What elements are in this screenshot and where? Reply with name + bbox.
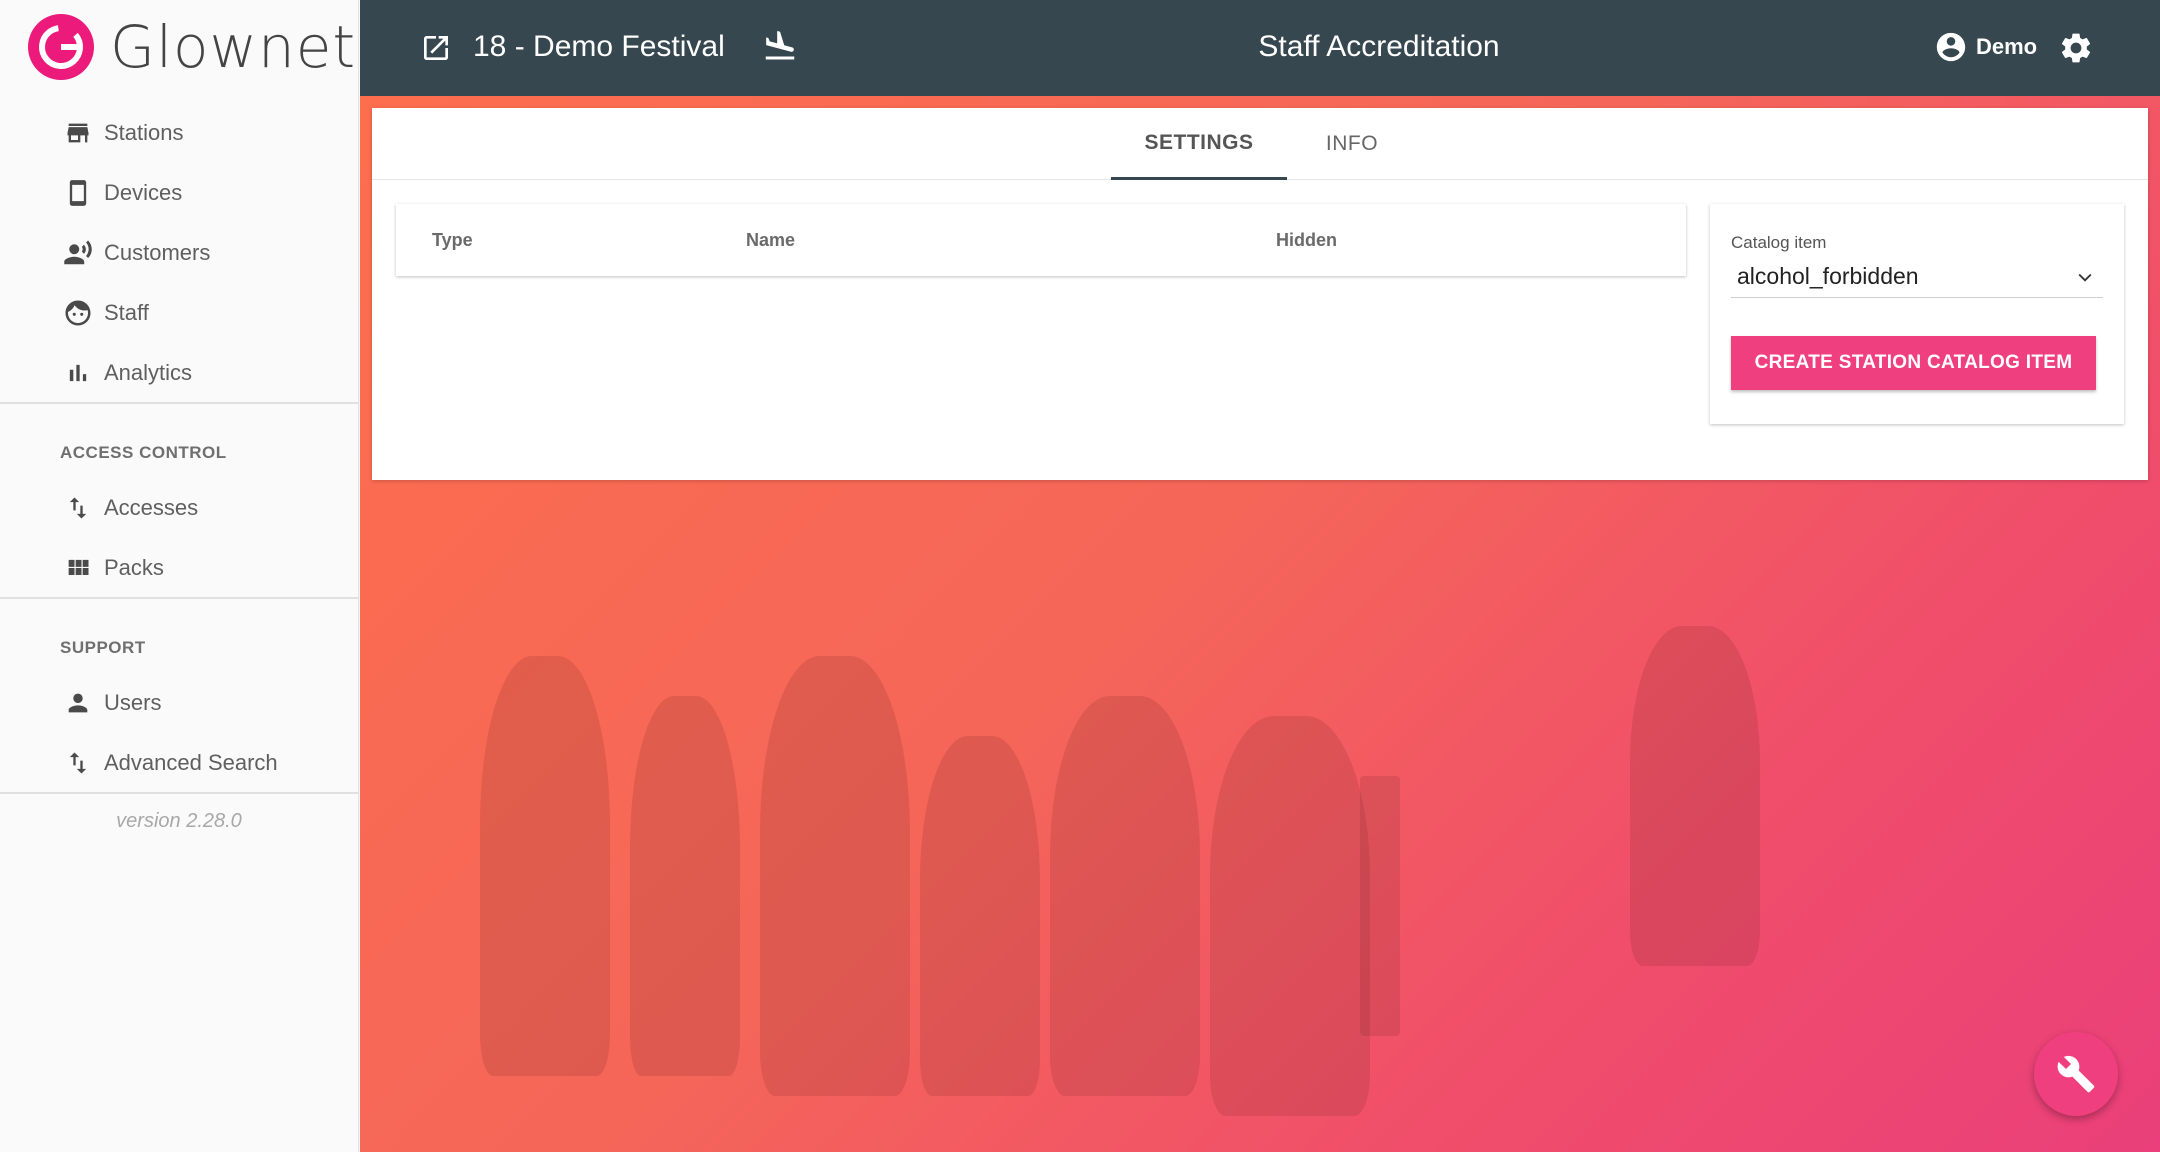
sidebar: Glownet Stations Devices Customers Staff… (0, 0, 359, 1152)
bar-chart-icon (62, 357, 94, 389)
sidebar-item-label: Analytics (104, 360, 193, 385)
user-menu[interactable]: Demo (1934, 30, 2037, 64)
sidebar-item-stations[interactable]: Stations (0, 105, 358, 161)
sidebar-item-label: Staff (104, 300, 149, 325)
catalog-item-panel: Catalog item alcohol_forbidden CREATE ST… (1710, 204, 2124, 424)
catalog-item-label: Catalog item (1731, 233, 1827, 252)
sidebar-item-label: Users (104, 690, 162, 715)
sidebar-divider (0, 597, 358, 599)
sidebar-item-customers[interactable]: Customers (0, 225, 358, 281)
sidebar-item-label: Packs (104, 555, 164, 580)
wrench-fab-button[interactable] (2034, 1032, 2118, 1116)
station-items-table-header: Type Name Hidden (396, 204, 1686, 276)
sidebar-item-devices[interactable]: Devices (0, 165, 358, 221)
sidebar-item-staff[interactable]: Staff (0, 285, 358, 341)
sidebar-item-users[interactable]: Users (0, 675, 358, 731)
sidebar-divider (0, 792, 358, 794)
sidebar-item-label: Accesses (104, 495, 199, 520)
tab-info[interactable]: INFO (1287, 108, 1417, 180)
sidebar-item-label: Stations (104, 120, 184, 145)
sidebar-item-analytics[interactable]: Analytics (0, 345, 358, 401)
top-app-bar: 18 - Demo Festival Staff Accreditation D… (360, 0, 2160, 96)
version-text: version 2.28.0 (116, 810, 242, 832)
glownet-logo-icon (28, 14, 94, 80)
sidebar-item-label: Devices (104, 180, 183, 205)
sidebar-item-advanced-search[interactable]: Advanced Search (0, 735, 358, 791)
chevron-down-icon (2075, 267, 2095, 292)
record-voice-icon (62, 237, 94, 269)
import-export-icon (62, 492, 94, 524)
person-icon (62, 687, 94, 719)
column-header-type[interactable]: Type (432, 230, 473, 251)
column-header-name[interactable]: Name (746, 230, 795, 251)
smartphone-icon (62, 177, 94, 209)
glownet-logo[interactable]: Glownet (28, 13, 357, 81)
sidebar-item-label: Customers (104, 240, 211, 265)
tab-bar: SETTINGS INFO (372, 108, 2148, 180)
import-export-icon (62, 747, 94, 779)
sidebar-item-accesses[interactable]: Accesses (0, 480, 358, 536)
account-circle-icon (1936, 32, 1966, 62)
store-icon (62, 117, 94, 149)
create-station-catalog-item-button[interactable]: CREATE STATION CATALOG ITEM (1731, 336, 2096, 390)
sidebar-divider (0, 402, 358, 404)
brand-name: Glownet (110, 13, 357, 81)
catalog-item-select[interactable]: alcohol_forbidden (1731, 254, 2103, 298)
grid-icon (62, 552, 94, 584)
user-name: Demo (1976, 34, 2038, 59)
section-title-support: SUPPORT (60, 638, 146, 657)
sidebar-item-packs[interactable]: Packs (0, 540, 358, 596)
catalog-item-selected-value: alcohol_forbidden (1737, 263, 1919, 289)
column-header-hidden[interactable]: Hidden (1276, 230, 1337, 251)
sidebar-item-label: Advanced Search (104, 750, 278, 775)
wrench-icon (2057, 1055, 2095, 1093)
section-title-access-control: ACCESS CONTROL (60, 443, 227, 462)
settings-card: SETTINGS INFO Type Name Hidden Catalog i… (372, 108, 2148, 480)
tab-settings[interactable]: SETTINGS (1111, 108, 1287, 180)
gear-icon[interactable] (2058, 30, 2094, 71)
page-title: Staff Accreditation (1258, 30, 1500, 63)
face-icon (62, 297, 94, 329)
